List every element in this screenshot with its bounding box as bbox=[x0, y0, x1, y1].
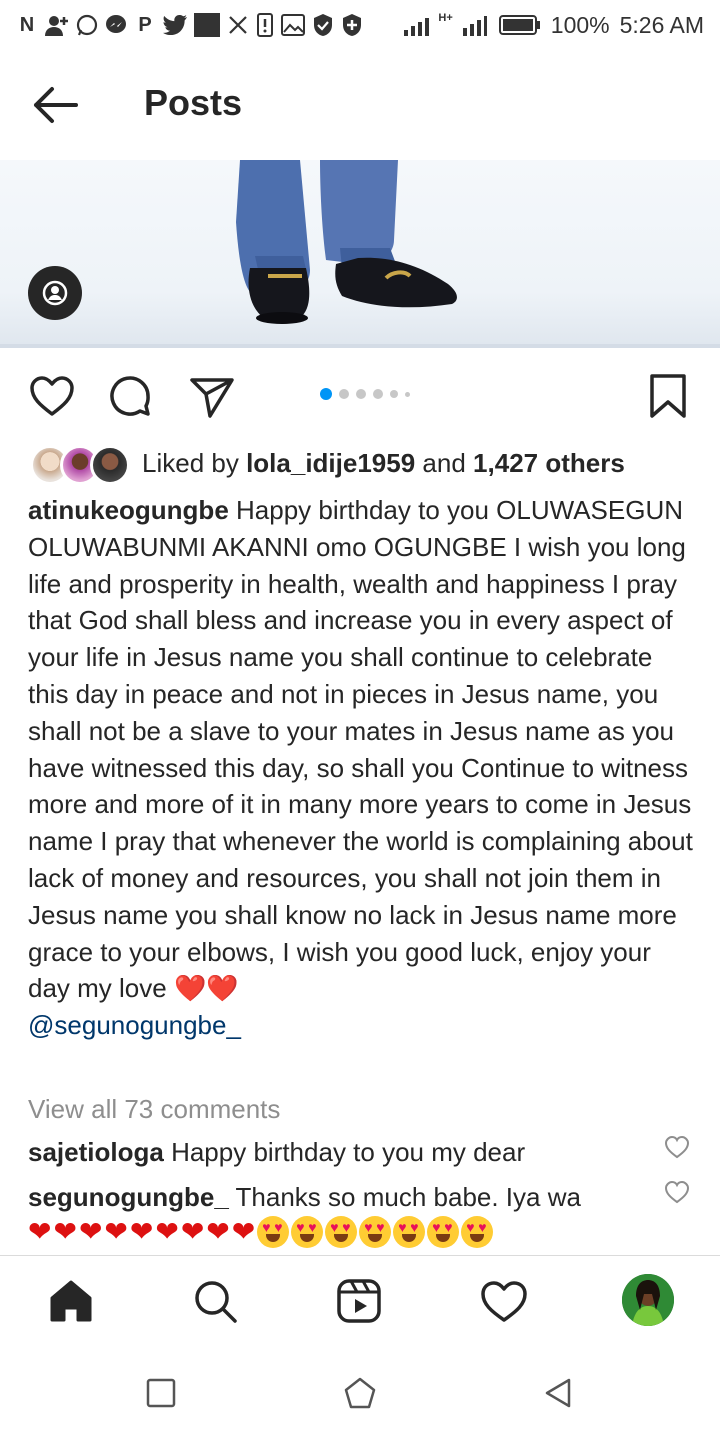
person-tag-icon bbox=[42, 280, 68, 306]
tagged-people-button[interactable] bbox=[28, 266, 82, 320]
share-icon[interactable] bbox=[188, 372, 236, 420]
reels-icon[interactable] bbox=[334, 1276, 384, 1326]
shield-icon bbox=[343, 14, 361, 36]
heart-eyes-emoji bbox=[461, 1216, 494, 1248]
add-person-icon bbox=[45, 16, 68, 36]
signal-icon bbox=[404, 18, 430, 36]
notification-icon bbox=[257, 13, 273, 37]
heart-eyes-emoji bbox=[393, 1216, 426, 1248]
caption-emoji: ❤️❤️ bbox=[173, 973, 239, 1004]
post-photo-illustration bbox=[0, 160, 720, 348]
heart-icon[interactable] bbox=[479, 1276, 529, 1326]
bottom-nav bbox=[0, 1256, 720, 1346]
red-heart-emoji: ❤ bbox=[104, 1216, 128, 1247]
caption-text: Happy birthday to you OLUWASEGUN OLUWABU… bbox=[28, 495, 693, 1004]
shield-icon bbox=[314, 14, 332, 36]
heart-eyes-emoji bbox=[291, 1216, 324, 1248]
carousel-dot bbox=[373, 389, 383, 399]
carousel-dot-active bbox=[320, 388, 332, 400]
liked-by-user[interactable]: lola_idije1959 bbox=[246, 448, 415, 479]
back-triangle-icon[interactable] bbox=[542, 1376, 576, 1410]
red-heart-emoji: ❤ bbox=[28, 1216, 52, 1247]
battery-percent: 100% bbox=[550, 11, 610, 38]
red-heart-emoji: ❤ bbox=[129, 1216, 154, 1247]
back-button[interactable] bbox=[30, 82, 80, 128]
caption-mention[interactable]: @segunogungbe_ bbox=[28, 1010, 241, 1040]
search-icon[interactable] bbox=[190, 1276, 240, 1326]
carousel-dot bbox=[339, 389, 349, 399]
signal-icon bbox=[462, 16, 487, 36]
profile-photo bbox=[622, 1274, 674, 1326]
whatsapp-icon bbox=[76, 14, 98, 36]
page-title: Posts bbox=[144, 82, 243, 123]
caption-username[interactable]: atinukeogungbe bbox=[28, 495, 229, 525]
top-bar: Posts bbox=[0, 60, 720, 150]
gallery-icon bbox=[281, 14, 305, 36]
status-right: H+ 100% 5:26 AM bbox=[404, 12, 704, 39]
arrow-left-icon bbox=[34, 87, 78, 123]
heart-eyes-emoji bbox=[325, 1216, 358, 1248]
comment-emoji-row: ❤ ❤ ❤ ❤ ❤ ❤ ❤ ❤ ❤ bbox=[28, 1216, 494, 1248]
like-heart-icon[interactable] bbox=[28, 372, 76, 420]
comment-text: Happy birthday to you my dear bbox=[171, 1137, 526, 1167]
heart-eyes-emoji bbox=[257, 1216, 290, 1248]
red-heart-emoji: ❤ bbox=[78, 1216, 103, 1247]
carousel-dot bbox=[405, 391, 410, 397]
comment-like-heart-icon[interactable] bbox=[664, 1134, 690, 1160]
clock: 5:26 AM bbox=[619, 11, 704, 38]
red-heart-emoji: ❤ bbox=[180, 1216, 205, 1247]
comment-username[interactable]: segunogungbe_ bbox=[28, 1182, 229, 1212]
comment-username[interactable]: sajetiologa bbox=[28, 1137, 164, 1167]
x-icon bbox=[229, 16, 247, 34]
view-all-comments-link[interactable]: View all 73 comments bbox=[28, 1094, 280, 1125]
post-actions bbox=[0, 366, 720, 426]
network-type: H+ bbox=[438, 11, 453, 24]
status-icons: N P bbox=[16, 13, 363, 37]
carousel-dot bbox=[356, 389, 366, 399]
heart-eyes-emoji bbox=[427, 1216, 460, 1248]
system-nav-bar bbox=[0, 1346, 720, 1440]
p-icon: P bbox=[138, 14, 152, 36]
liker-avatars bbox=[30, 443, 130, 485]
heart-eyes-emoji bbox=[359, 1216, 392, 1248]
home-pentagon-icon[interactable] bbox=[343, 1376, 377, 1410]
likes-row[interactable]: Liked by lola_idije1959 and 1,427 others bbox=[30, 440, 625, 486]
comment-text: Thanks so much babe. Iya wa bbox=[235, 1182, 581, 1212]
comment-row: sajetiologa Happy birthday to you my dea… bbox=[28, 1132, 648, 1172]
comment-icon[interactable] bbox=[106, 372, 154, 420]
post-caption: atinukeogungbe Happy birthday to you OLU… bbox=[28, 492, 696, 1044]
likes-prefix: Liked by bbox=[142, 447, 239, 478]
likes-others-count[interactable]: 1,427 others bbox=[473, 448, 625, 479]
recents-square-icon[interactable] bbox=[144, 1376, 178, 1410]
battery-icon bbox=[498, 15, 540, 35]
carousel-dot bbox=[390, 390, 398, 398]
status-bar: N P H+ 100% 5:26 AM bbox=[0, 0, 720, 50]
twitter-icon bbox=[163, 15, 187, 35]
comment-row: segunogungbe_ Thanks so much babe. Iya w… bbox=[28, 1177, 648, 1217]
save-bookmark-icon[interactable] bbox=[644, 372, 692, 420]
messenger-icon bbox=[106, 15, 126, 33]
likes-and: and bbox=[422, 447, 466, 478]
red-heart-emoji: ❤ bbox=[206, 1216, 230, 1247]
red-heart-emoji: ❤ bbox=[53, 1216, 77, 1247]
red-heart-emoji: ❤ bbox=[231, 1216, 256, 1247]
home-icon[interactable] bbox=[46, 1276, 96, 1326]
profile-avatar[interactable] bbox=[622, 1274, 674, 1326]
post-image[interactable] bbox=[0, 160, 720, 348]
comment-like-heart-icon[interactable] bbox=[664, 1179, 690, 1205]
carousel-indicator bbox=[320, 388, 410, 400]
image-block-icon bbox=[194, 13, 220, 37]
red-heart-emoji: ❤ bbox=[155, 1216, 179, 1247]
avatar bbox=[90, 445, 130, 485]
n-icon: N bbox=[19, 14, 35, 36]
